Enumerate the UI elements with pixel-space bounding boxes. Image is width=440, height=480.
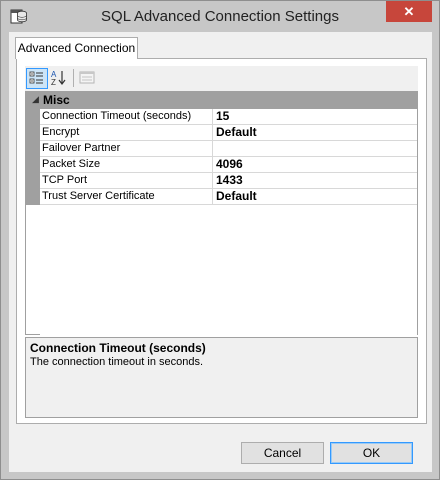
- property-row[interactable]: Failover Partner: [26, 141, 417, 157]
- property-name[interactable]: Trust Server Certificate: [40, 189, 213, 205]
- cancel-button[interactable]: Cancel: [241, 442, 324, 464]
- property-name[interactable]: Failover Partner: [40, 141, 213, 157]
- category-row-misc[interactable]: ◢ Misc: [26, 92, 417, 109]
- window-title: SQL Advanced Connection Settings: [101, 8, 339, 25]
- property-row[interactable]: Connection Timeout (seconds) 15: [26, 109, 417, 125]
- row-margin: [26, 141, 40, 157]
- row-margin: [26, 125, 40, 141]
- close-icon: ✕: [403, 4, 415, 19]
- property-value[interactable]: 15: [213, 109, 417, 125]
- dialog-window: SQL Advanced Connection Settings ✕ Advan…: [0, 0, 440, 480]
- property-row[interactable]: Packet Size 4096: [26, 157, 417, 173]
- property-pages-icon: [79, 71, 95, 84]
- property-name[interactable]: Encrypt: [40, 125, 213, 141]
- collapse-icon[interactable]: ◢: [32, 94, 39, 105]
- row-margin: [26, 173, 40, 189]
- property-name[interactable]: Connection Timeout (seconds): [40, 109, 213, 125]
- property-value[interactable]: 4096: [213, 157, 417, 173]
- property-value[interactable]: [213, 141, 417, 157]
- tab-panel: A Z ◢ Misc Connection Timeout (seconds) …: [16, 58, 427, 424]
- property-value[interactable]: 1433: [213, 173, 417, 189]
- property-value[interactable]: Default: [213, 189, 417, 205]
- svg-text:Z: Z: [51, 78, 56, 87]
- alphabetical-button[interactable]: A Z: [49, 68, 71, 89]
- close-button[interactable]: ✕: [386, 1, 432, 22]
- help-title: Connection Timeout (seconds): [30, 341, 206, 355]
- row-margin: [26, 189, 40, 205]
- property-row[interactable]: Encrypt Default: [26, 125, 417, 141]
- categorized-icon: [29, 71, 43, 84]
- row-margin: [26, 109, 40, 125]
- help-description: The connection timeout in seconds.: [30, 356, 204, 368]
- tab-advanced-connection[interactable]: Advanced Connection: [15, 37, 138, 59]
- dialog-client-area: Advanced Connection A Z ◢ Misc Connectio…: [9, 32, 432, 472]
- property-pages-button[interactable]: [77, 68, 99, 89]
- property-grid-toolbar: A Z: [25, 66, 418, 91]
- toolbar-separator: [73, 69, 74, 87]
- alphabetical-sort-icon: A Z: [51, 70, 66, 87]
- grid-empty-area: [40, 205, 417, 335]
- row-margin: [26, 157, 40, 173]
- ok-button[interactable]: OK: [330, 442, 413, 464]
- property-row[interactable]: Trust Server Certificate Default: [26, 189, 417, 205]
- property-name[interactable]: Packet Size: [40, 157, 213, 173]
- categorized-button[interactable]: [26, 68, 48, 89]
- property-value[interactable]: Default: [213, 125, 417, 141]
- help-pane: Connection Timeout (seconds) The connect…: [25, 337, 418, 418]
- property-row[interactable]: TCP Port 1433: [26, 173, 417, 189]
- property-grid: ◢ Misc Connection Timeout (seconds) 15 E…: [25, 91, 418, 335]
- property-name[interactable]: TCP Port: [40, 173, 213, 189]
- category-label: Misc: [43, 93, 70, 107]
- title-bar[interactable]: SQL Advanced Connection Settings ✕: [1, 1, 439, 32]
